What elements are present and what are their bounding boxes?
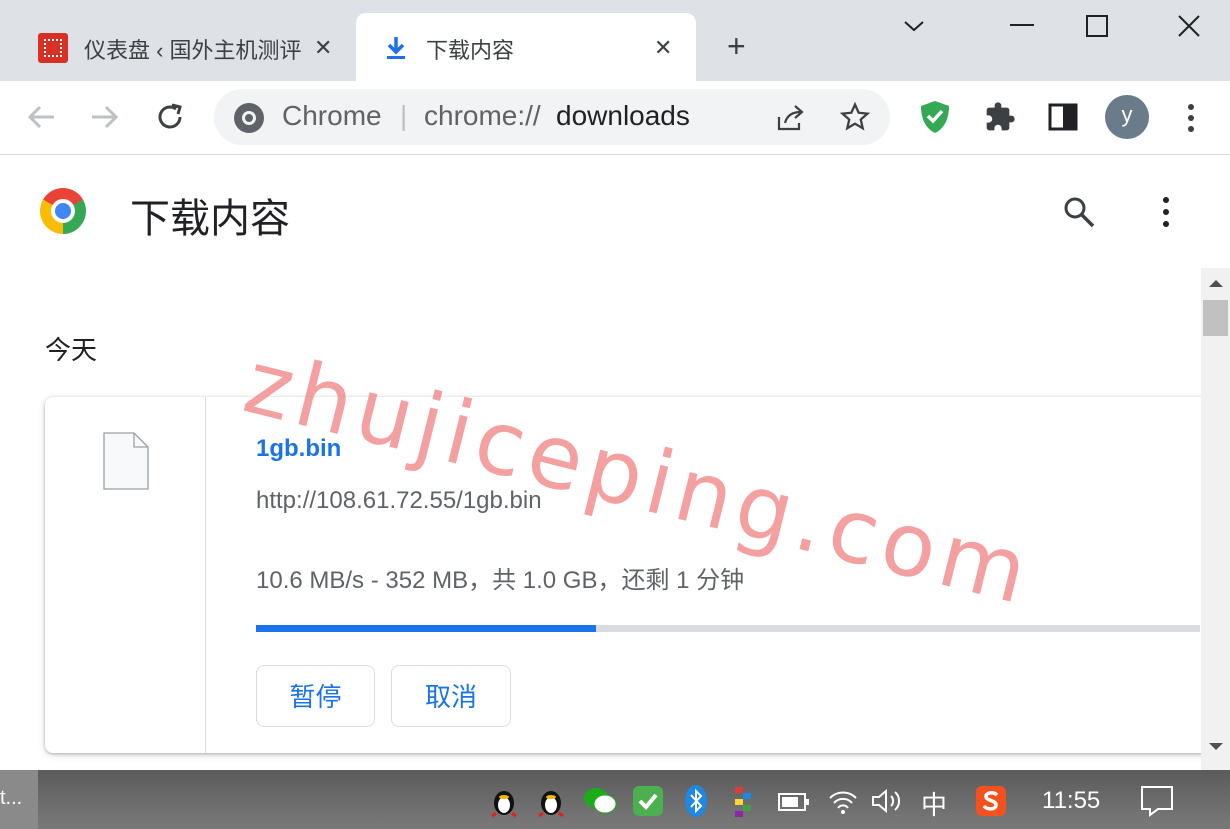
download-status: 10.6 MB/s - 352 MB，共 1.0 GB，还剩 1 分钟 xyxy=(256,567,745,594)
reload-icon[interactable] xyxy=(154,101,186,133)
scroll-down-arrow-icon[interactable] xyxy=(1208,742,1224,752)
taskbar-app-label: t... xyxy=(0,787,23,809)
qq-icon[interactable] xyxy=(490,783,518,817)
chrome-logo-icon xyxy=(40,188,86,234)
taskbar-app-button[interactable]: t... xyxy=(0,770,38,829)
chrome-site-icon xyxy=(234,103,264,133)
download-icon xyxy=(387,37,405,59)
site-favicon-icon xyxy=(38,33,68,63)
date-group-label: 今天 xyxy=(45,335,98,365)
forward-icon[interactable] xyxy=(90,103,120,131)
scrollbar[interactable] xyxy=(1201,268,1230,770)
chrome-menu-icon[interactable] xyxy=(1186,103,1196,133)
omnibox-url-path: downloads xyxy=(556,100,690,131)
progress-bar xyxy=(256,625,1200,632)
omnibox-separator: | xyxy=(400,100,408,131)
page-menu-icon[interactable] xyxy=(1161,196,1171,228)
omnibox-site-chip: Chrome xyxy=(282,100,382,131)
side-panel-icon[interactable] xyxy=(1048,103,1078,131)
scroll-up-arrow-icon[interactable] xyxy=(1208,278,1224,288)
tab-close-icon[interactable]: ✕ xyxy=(654,35,672,61)
tab-close-icon[interactable]: ✕ xyxy=(314,35,332,61)
cancel-button[interactable]: 取消 xyxy=(391,665,511,727)
adguard-shield-icon[interactable] xyxy=(918,99,952,135)
progress-fill xyxy=(256,625,596,632)
tab-title: 仪表盘 ‹ 国外主机测评 xyxy=(84,38,302,63)
bluetooth-icon[interactable] xyxy=(685,785,707,817)
scrollbar-thumb[interactable] xyxy=(1203,300,1228,336)
tab-downloads[interactable]: 下载内容 ✕ xyxy=(356,13,696,81)
omnibox-url-scheme: chrome:// xyxy=(424,100,541,131)
profile-avatar[interactable]: y xyxy=(1105,95,1149,139)
close-window-icon[interactable] xyxy=(1178,15,1200,37)
bookmark-star-icon[interactable] xyxy=(840,102,870,132)
ime-indicator[interactable]: 中 xyxy=(921,785,947,822)
security-check-icon[interactable] xyxy=(632,785,664,817)
page-title: 下载内容 xyxy=(130,197,290,241)
search-icon[interactable] xyxy=(1062,195,1096,229)
tab-title: 下载内容 xyxy=(426,38,515,63)
minimize-icon[interactable] xyxy=(1010,24,1034,28)
file-icon xyxy=(103,432,149,490)
tab-search-chevron-icon[interactable] xyxy=(902,16,926,36)
qq-icon[interactable] xyxy=(537,783,565,817)
tab-dashboard[interactable]: 仪表盘 ‹ 国外主机测评 ✕ xyxy=(18,13,354,81)
battery-icon[interactable] xyxy=(778,792,810,812)
volume-icon[interactable] xyxy=(870,787,904,815)
card-divider xyxy=(205,397,206,753)
taskbar-clock[interactable]: 11:55 xyxy=(1042,787,1100,815)
sogou-input-icon[interactable] xyxy=(975,785,1007,817)
maximize-icon[interactable] xyxy=(1086,15,1108,37)
wifi-icon[interactable] xyxy=(828,786,858,816)
new-tab-button[interactable]: + xyxy=(727,30,746,62)
colorful-app-icon[interactable] xyxy=(735,787,751,817)
notification-center-icon[interactable] xyxy=(1140,785,1174,817)
share-icon[interactable] xyxy=(775,103,807,133)
pause-button[interactable]: 暂停 xyxy=(256,665,375,727)
extensions-puzzle-icon[interactable] xyxy=(984,101,1016,133)
back-icon[interactable] xyxy=(26,103,56,131)
wechat-icon[interactable] xyxy=(583,786,617,816)
